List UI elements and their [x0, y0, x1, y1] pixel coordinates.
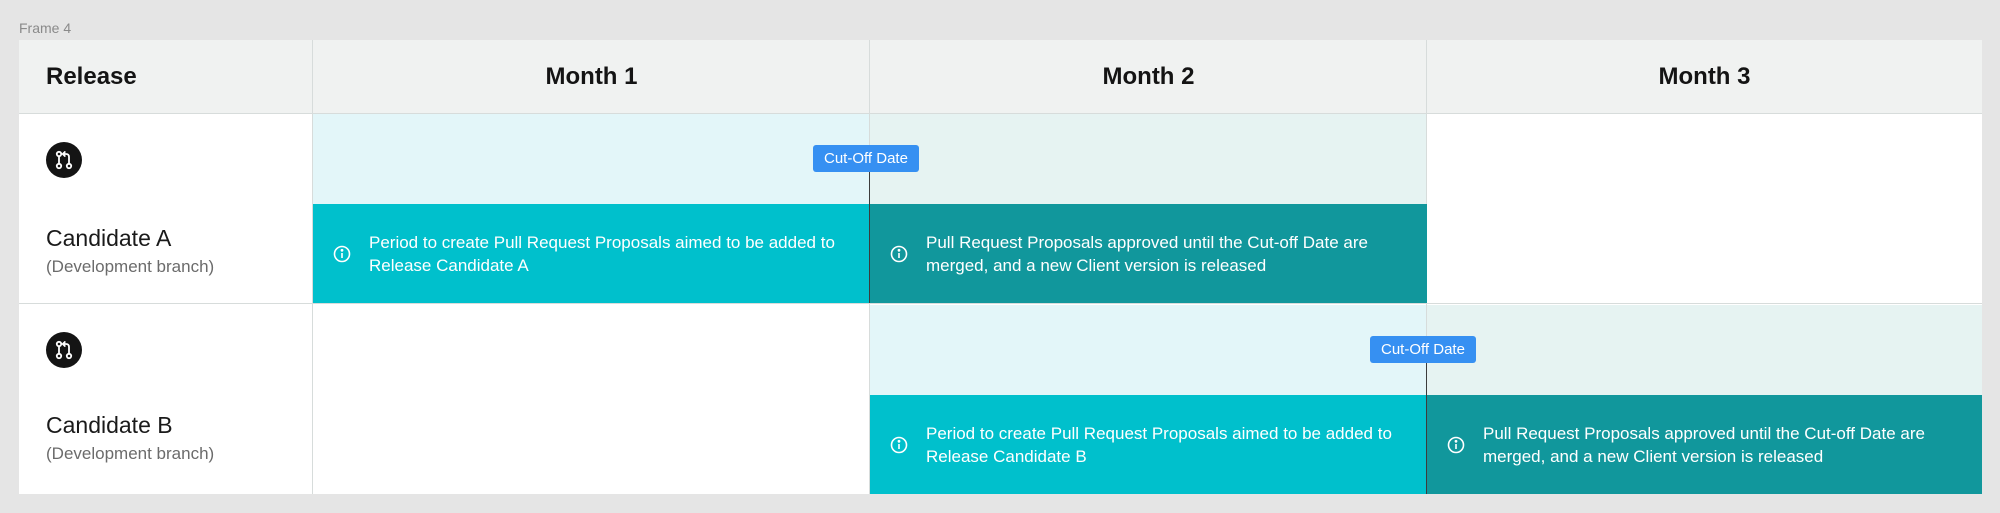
header-month-2: Month 2 [1102, 62, 1195, 90]
timeline-header: Release Month 1 Month 2 Month 3 [19, 40, 1982, 114]
frame-label: Frame 4 [19, 20, 72, 36]
header-month-3: Month 3 [1658, 62, 1751, 90]
info-icon [1446, 435, 1466, 455]
candidate-b-subtitle: (Development branch) [46, 444, 215, 463]
candidate-a-title: Candidate A [46, 225, 172, 251]
header-release: Release [46, 62, 137, 90]
row-a-post-cutoff-band [870, 114, 1427, 204]
info-icon [889, 435, 909, 455]
row-b-pre-cutoff-band [870, 305, 1427, 395]
candidate-b-create-period-bar: Period to create Pull Request Proposals … [870, 395, 1427, 494]
candidate-a-cutoff-tag: Cut-Off Date [813, 145, 919, 172]
candidate-b-create-period-text: Period to create Pull Request Proposals … [926, 423, 1392, 466]
candidate-a-cutoff-line [869, 172, 870, 303]
info-icon [332, 244, 352, 264]
row-divider [19, 303, 1982, 304]
row-b-post-cutoff-band [1427, 305, 1982, 395]
header-month-1: Month 1 [545, 62, 638, 90]
candidate-a-release-period-bar: Pull Request Proposals approved until th… [870, 204, 1427, 303]
candidate-a-create-period-text: Period to create Pull Request Proposals … [369, 232, 835, 275]
candidate-a-release-period-text: Pull Request Proposals approved until th… [926, 232, 1368, 275]
candidate-b-cutoff-line [1426, 363, 1427, 494]
candidate-a-create-period-bar: Period to create Pull Request Proposals … [313, 204, 870, 303]
candidate-b-release-period-text: Pull Request Proposals approved until th… [1483, 423, 1925, 466]
candidate-b-cutoff-tag: Cut-Off Date [1370, 336, 1476, 363]
release-timeline-board: Release Month 1 Month 2 Month 3 Candidat… [19, 40, 1982, 494]
row-a-pre-cutoff-band [313, 114, 870, 204]
git-pull-request-icon [46, 332, 82, 368]
candidate-b-title: Candidate B [46, 412, 173, 438]
candidate-b-release-period-bar: Pull Request Proposals approved until th… [1427, 395, 1982, 494]
info-icon [889, 244, 909, 264]
candidate-a-subtitle: (Development branch) [46, 257, 215, 276]
git-pull-request-icon [46, 142, 82, 178]
